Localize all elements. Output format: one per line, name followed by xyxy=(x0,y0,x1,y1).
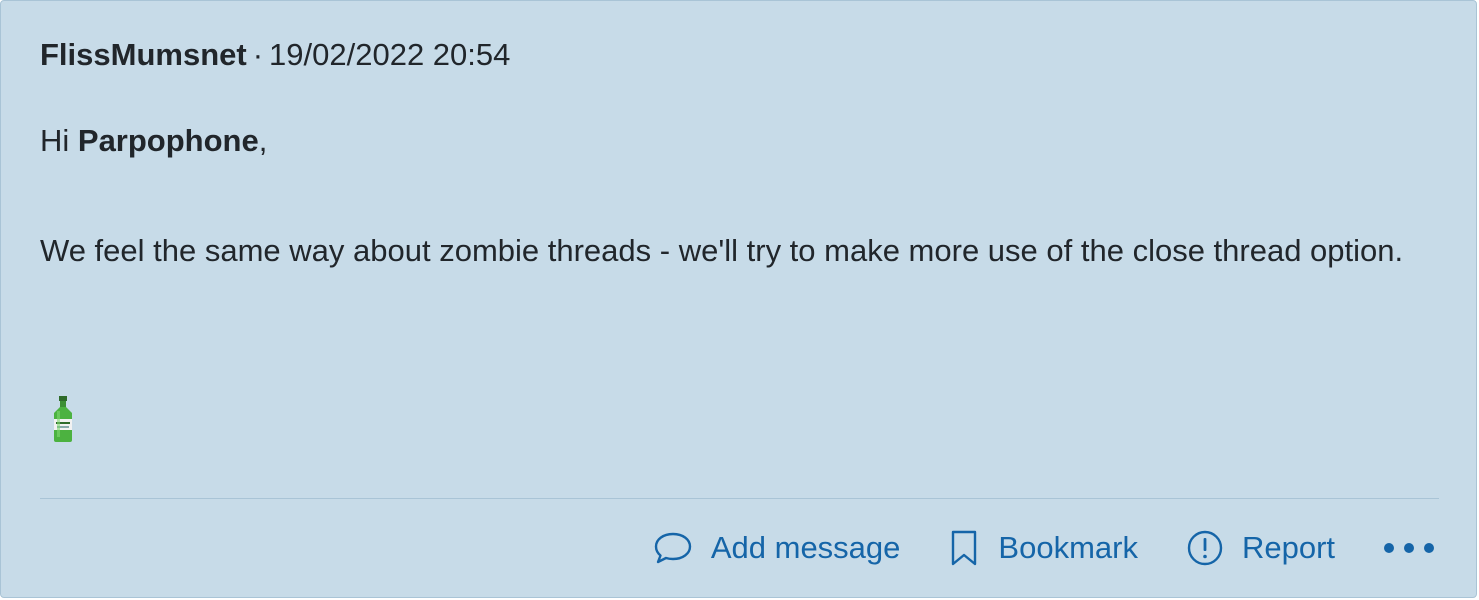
more-dots-icon xyxy=(1384,543,1434,553)
greeting-name: Parpophone xyxy=(77,123,259,158)
post-timestamp: 19/02/2022 20:54 xyxy=(269,37,511,72)
more-options-button[interactable] xyxy=(1383,541,1435,555)
post-header: FlissMumsnet · 19/02/2022 20:54 xyxy=(40,35,510,75)
add-message-button[interactable]: Add message xyxy=(653,530,901,566)
bookmark-icon xyxy=(952,530,977,566)
report-button[interactable]: Report xyxy=(1186,529,1335,567)
post-message: We feel the same way about zombie thread… xyxy=(40,233,1404,268)
report-label: Report xyxy=(1241,530,1335,565)
greeting-suffix: , xyxy=(258,123,268,158)
post-divider xyxy=(40,498,1439,499)
gin-bottle-icon xyxy=(54,396,72,442)
header-separator: · xyxy=(252,37,264,72)
add-message-label: Add message xyxy=(710,530,901,565)
bookmark-label: Bookmark xyxy=(998,530,1138,565)
post-card: FlissMumsnet · 19/02/2022 20:54 Hi Parpoph… xyxy=(0,0,1477,598)
post-author[interactable]: FlissMumsnet xyxy=(40,37,247,72)
report-icon xyxy=(1187,530,1223,566)
speech-bubble-icon xyxy=(654,532,692,564)
greeting-prefix: Hi xyxy=(40,123,78,158)
bookmark-button[interactable]: Bookmark xyxy=(948,529,1138,567)
post-body: Hi Parpophone, We feel the same way abou… xyxy=(40,113,1420,278)
post-actions: Add message Bookmark Report xyxy=(653,525,1435,571)
greeting-line: Hi Parpophone, xyxy=(40,113,1420,168)
